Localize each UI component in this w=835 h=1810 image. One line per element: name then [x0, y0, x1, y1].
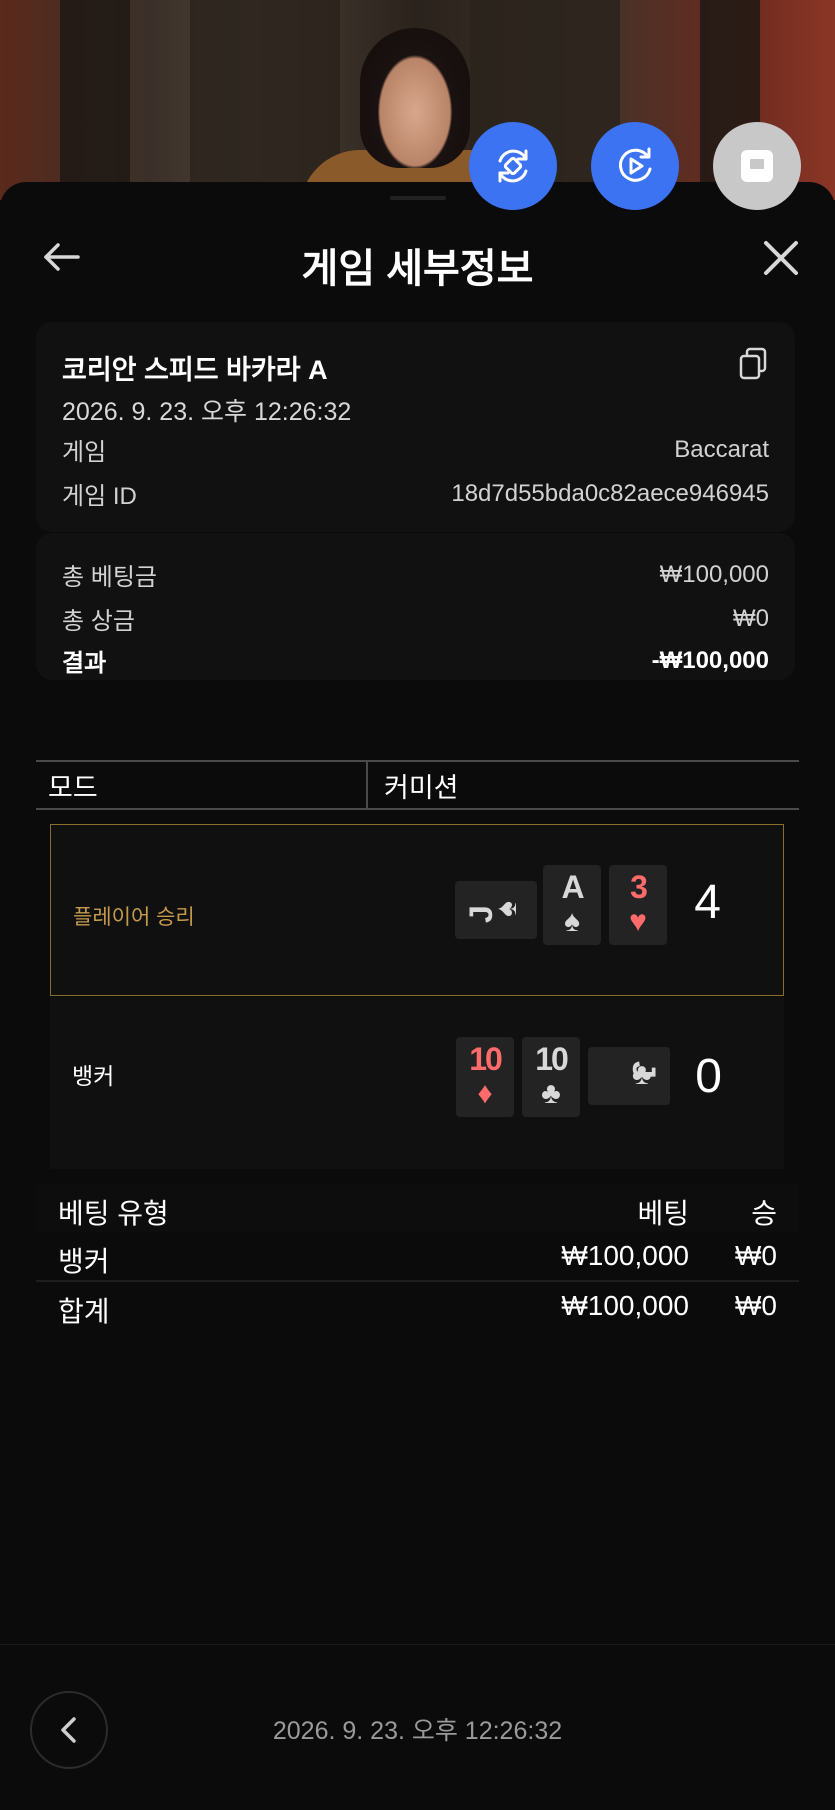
card-rank: 10 [535, 1041, 569, 1077]
card-suit: ♥ [629, 905, 647, 938]
total-bet-value: ₩100,000 [659, 560, 769, 588]
total-win-value: ₩0 [733, 604, 769, 632]
card-rank: 3 [630, 869, 648, 905]
game-id-value[interactable]: 18d7d55bda0c82aece946945 [451, 480, 769, 508]
total-bet-cell: ₩100,000 [561, 1290, 689, 1321]
totals-card: 총 베팅금 ₩100,000 총 상금 ₩0 결과 -₩100,000 [36, 532, 795, 680]
game-details-sheet: 게임 세부정보 코리안 스피드 바카라 A 2026. 9. 23. 오후 12… [0, 182, 835, 1810]
replay-video-button[interactable] [591, 122, 679, 210]
player-score: 4 [694, 876, 721, 929]
stop-video-button[interactable] [713, 122, 801, 210]
close-button[interactable] [755, 232, 807, 284]
playing-card: J ♣ [588, 1047, 670, 1105]
card-suit: ♦ [477, 1077, 493, 1110]
card-rank: A [561, 869, 584, 905]
total-bet-row: 총 베팅금 ₩100,000 [62, 557, 769, 592]
result-value: -₩100,000 [651, 646, 769, 674]
result-row: 결과 -₩100,000 [62, 643, 769, 678]
banker-score: 0 [695, 1050, 722, 1103]
bet-type-cell: 뱅커 [58, 1246, 110, 1277]
close-icon [764, 241, 798, 275]
col-bet: 베팅 [637, 1198, 689, 1229]
game-type-row: 게임 Baccarat [62, 432, 769, 467]
playing-card: A ♠ [543, 865, 601, 945]
result-label: 결과 [62, 650, 107, 677]
live-video-feed [0, 0, 835, 200]
total-type-cell: 합계 [58, 1296, 110, 1327]
playing-card: 3 ♥ [609, 865, 667, 945]
game-type-value: Baccarat [674, 435, 769, 463]
tab-commission[interactable]: 커미션 [368, 762, 799, 808]
card-suit: ♣ [541, 1077, 561, 1110]
footer-datetime: 2026. 9. 23. 오후 12:26:32 [272, 1717, 563, 1745]
game-info-card: 코리안 스피드 바카라 A 2026. 9. 23. 오후 12:26:32 게… [36, 322, 795, 532]
game-type-label: 게임 [62, 439, 107, 466]
total-row: 합계 ₩100,000 ₩0 [36, 1280, 799, 1328]
win-amount-cell: ₩0 [735, 1240, 777, 1271]
dealer-figure-head [360, 28, 470, 168]
bet-amount-cell: ₩100,000 [561, 1240, 689, 1271]
rotate-screen-icon [498, 149, 528, 183]
player-hand-label: 플레이어 승리 [73, 906, 195, 929]
banker-hand-label: 뱅커 [72, 1063, 115, 1089]
page-title: 게임 세부정보 [301, 247, 534, 291]
player-hand: 플레이어 승리 ♠ J A ♠ 3 ♥ 4 [50, 824, 784, 996]
card-rank: 10 [469, 1041, 503, 1077]
playing-card: 10 ♦ [456, 1037, 514, 1117]
rotate-screen-button[interactable] [469, 122, 557, 210]
playing-card: ♠ J [455, 881, 537, 939]
total-win-row: 총 상금 ₩0 [62, 601, 769, 636]
mode-commission-tabs: 모드 커미션 [36, 760, 799, 810]
game-datetime: 2026. 9. 23. 오후 12:26:32 [62, 398, 352, 426]
banker-hand: 뱅커 10 ♦ 10 ♣ J ♣ 0 [50, 997, 784, 1169]
playing-card: 10 ♣ [522, 1037, 580, 1117]
total-win-label: 총 상금 [62, 608, 135, 635]
copy-button[interactable] [737, 346, 769, 382]
bets-table-header: 베팅 유형 베팅 승 [36, 1184, 799, 1232]
stop-video-icon [741, 150, 773, 182]
bets-table: 베팅 유형 베팅 승 뱅커 ₩100,000 ₩0 합계 ₩100,000 ₩0 [36, 1184, 799, 1328]
table-name: 코리안 스피드 바카라 A [62, 355, 328, 385]
game-id-label: 게임 ID [62, 483, 137, 510]
card-suit: ♣ [632, 1058, 652, 1091]
history-footer: 2026. 9. 23. 오후 12:26:32 [0, 1644, 835, 1810]
card-suit: ♠ [564, 905, 580, 938]
replay-video-icon [618, 147, 652, 182]
table-row: 뱅커 ₩100,000 ₩0 [36, 1232, 799, 1280]
sheet-header: 게임 세부정보 [0, 222, 835, 292]
col-win: 승 [751, 1198, 777, 1229]
copy-icon [739, 347, 767, 380]
tab-mode[interactable]: 모드 [36, 762, 368, 808]
total-win-cell: ₩0 [735, 1290, 777, 1321]
total-bet-label: 총 베팅금 [62, 564, 157, 591]
col-bet-type: 베팅 유형 [58, 1198, 169, 1229]
sheet-drag-handle[interactable] [390, 196, 446, 200]
game-id-row: 게임 ID 18d7d55bda0c82aece946945 [62, 476, 769, 511]
card-rank: J [463, 905, 499, 923]
